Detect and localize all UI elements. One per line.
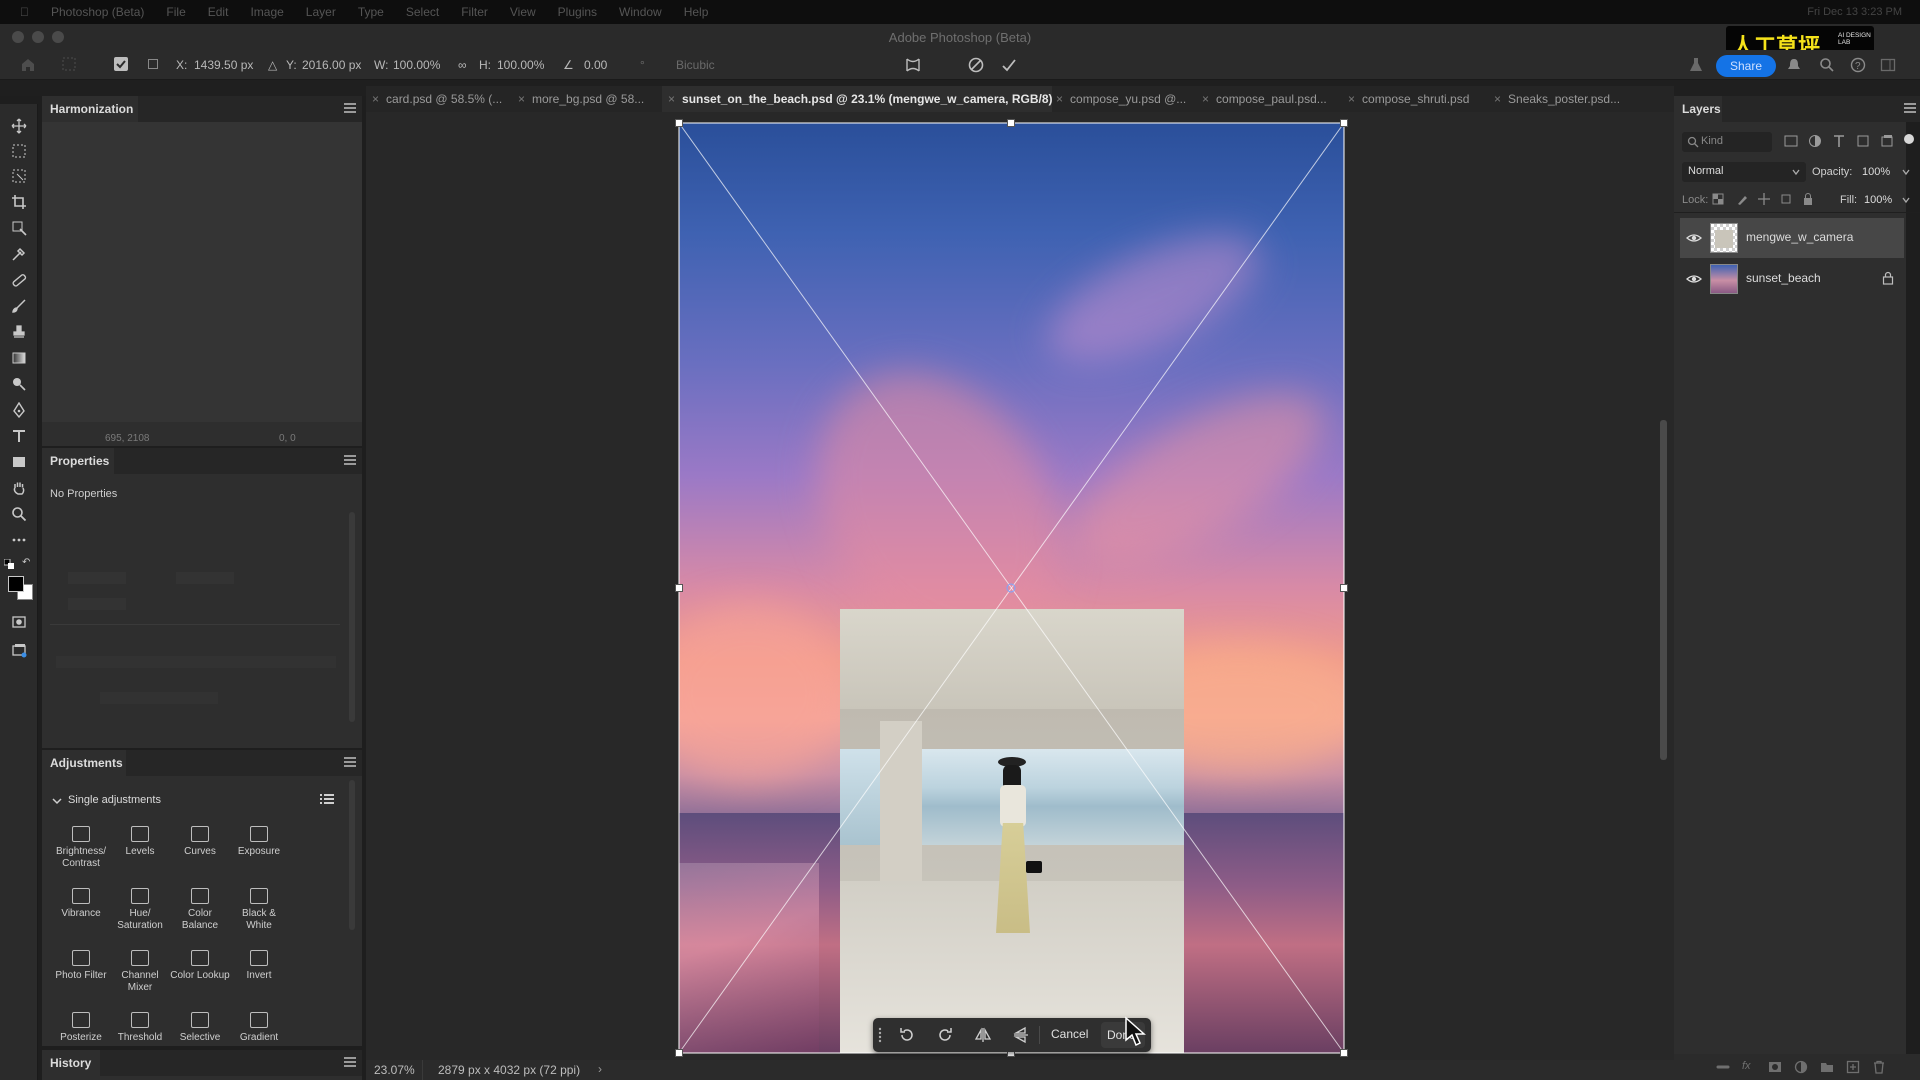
layer-filter-select[interactable]: Kind [1682, 132, 1772, 152]
transform-handle-bottom-left[interactable] [675, 1049, 683, 1057]
lock-all-icon[interactable] [1802, 193, 1814, 208]
layer-name[interactable]: mengwe_w_camera [1746, 230, 1853, 244]
rotate-right-icon[interactable] [935, 1025, 955, 1045]
fill-chevron-icon[interactable] [1902, 196, 1910, 204]
lock-artboard-icon[interactable] [1780, 193, 1792, 208]
transform-handle-right[interactable] [1340, 584, 1348, 592]
lock-label: Lock: [1682, 194, 1709, 206]
status-chevron-icon[interactable]: › [598, 1062, 602, 1076]
zoom-level[interactable]: 23.07% [374, 1063, 415, 1077]
filter-toggle-icon[interactable] [1904, 134, 1914, 144]
lock-transparent-icon[interactable] [1712, 193, 1724, 208]
blend-mode-value: Normal [1688, 165, 1724, 177]
visibility-eye-icon[interactable] [1686, 230, 1702, 246]
layers-panel-menu-icon[interactable] [1904, 103, 1916, 113]
fill-value[interactable]: 100% [1864, 194, 1892, 206]
filter-adjustment-icon[interactable] [1808, 134, 1822, 151]
filter-type-icon[interactable] [1832, 134, 1846, 151]
transform-bounding-box [678, 122, 1345, 1054]
document-info[interactable]: 2879 px x 4032 px (72 ppi) [438, 1063, 580, 1077]
new-layer-icon[interactable] [1846, 1060, 1860, 1077]
filter-smart-object-icon[interactable] [1880, 134, 1894, 151]
flip-horizontal-icon[interactable] [973, 1025, 993, 1045]
transform-handle-top-left[interactable] [675, 119, 683, 127]
new-group-icon[interactable] [1820, 1060, 1834, 1077]
layer-name[interactable]: sunset_beach [1746, 271, 1821, 285]
blend-mode-select[interactable]: Normal [1682, 162, 1806, 182]
filter-shape-icon[interactable] [1856, 134, 1870, 151]
transform-handle-left[interactable] [675, 584, 683, 592]
drag-handle-icon[interactable] [875, 1025, 885, 1045]
rotate-left-icon[interactable] [897, 1025, 917, 1045]
layers-tab[interactable]: Layers [1674, 96, 1722, 122]
filter-pixel-icon[interactable] [1784, 134, 1798, 151]
cancel-button[interactable]: Cancel [1051, 1027, 1088, 1041]
layer-effects-icon[interactable]: fx [1742, 1060, 1751, 1072]
layer-row[interactable]: mengwe_w_camera [1680, 218, 1904, 258]
opacity-label: Opacity: [1812, 166, 1853, 178]
divider [1039, 1026, 1040, 1044]
layer-filter-label: Kind [1701, 135, 1724, 147]
layers-panel-header: Layers [1674, 96, 1920, 122]
lock-position-icon[interactable] [1758, 193, 1770, 208]
layer-thumbnail [1710, 264, 1738, 294]
layers-divider [1674, 212, 1920, 213]
transform-handle-top[interactable] [1007, 119, 1015, 127]
link-layers-icon[interactable] [1716, 1060, 1730, 1077]
transform-handle-bottom-right[interactable] [1340, 1049, 1348, 1057]
opacity-value[interactable]: 100% [1862, 166, 1890, 178]
status-bar: 23.07% 2879 px x 4032 px (72 ppi) › [366, 1060, 1674, 1080]
fill-label: Fill: [1840, 194, 1858, 206]
delete-layer-icon[interactable] [1872, 1060, 1886, 1077]
lock-pixels-icon[interactable] [1736, 193, 1748, 208]
layer-row[interactable]: sunset_beach [1680, 259, 1904, 299]
transform-contextual-bar: Cancel Done [873, 1018, 1151, 1052]
visibility-eye-icon[interactable] [1686, 271, 1702, 287]
new-adjustment-layer-icon[interactable] [1794, 1060, 1808, 1077]
add-mask-icon[interactable] [1768, 1060, 1782, 1077]
opacity-chevron-icon[interactable] [1902, 168, 1910, 176]
mouse-cursor-icon [1124, 1016, 1146, 1051]
transform-handle-top-right[interactable] [1340, 119, 1348, 127]
divider [422, 1060, 423, 1080]
layer-thumbnail [1710, 223, 1738, 253]
flip-vertical-icon[interactable] [1011, 1025, 1031, 1045]
layer-lock-icon [1882, 271, 1894, 288]
